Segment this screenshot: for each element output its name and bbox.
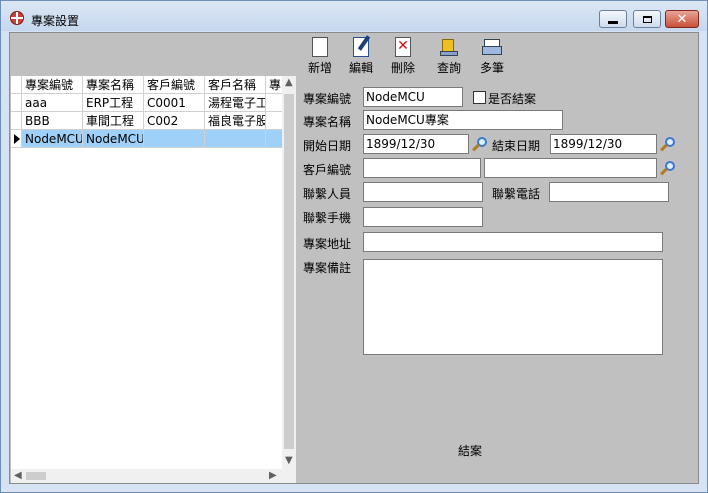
grid-body: 專案編號 專案名稱 客戶編號 客戶名稱 專 aaa ERP工程 C0001 湯程…	[11, 76, 282, 469]
app-globe-icon	[10, 11, 24, 25]
vertical-scrollbar[interactable]: ▲ ▼	[282, 76, 296, 469]
scroll-down-icon[interactable]: ▼	[285, 455, 293, 466]
start-date-lookup-magnifier-icon[interactable]	[472, 136, 488, 152]
project-remark-textarea[interactable]	[363, 259, 663, 355]
close-project-button[interactable]: 結案	[458, 442, 482, 459]
minimize-icon	[608, 20, 618, 24]
multi-button-label: 多筆	[479, 61, 504, 75]
new-document-icon	[312, 37, 328, 57]
contact-phone-field[interactable]	[549, 182, 669, 202]
customer-no-label: 客戶編號	[303, 163, 352, 177]
maximize-button[interactable]	[633, 10, 661, 28]
column-header[interactable]: 專案名稱	[83, 76, 144, 94]
column-header[interactable]: 客戶名稱	[205, 76, 266, 94]
table-cell[interactable]	[266, 94, 282, 112]
horizontal-scroll-thumb[interactable]	[26, 472, 46, 480]
table-cell[interactable]: BBB	[22, 112, 83, 130]
contact-mobile-label: 聯繫手機	[303, 211, 352, 225]
client-area: 新增 編輯 ✕ 刪除 查詢 多筆 專案編號 專案名稱 客戶編號 客戶名稱 專 a…	[9, 32, 699, 484]
title-bar: 專案設置 ✕	[1, 1, 707, 31]
end-date-field[interactable]: 1899/12/30	[550, 134, 657, 154]
table-row[interactable]: aaa ERP工程 C0001 湯程電子工	[11, 94, 282, 112]
project-no-label: 專案編號	[303, 92, 352, 106]
toolbar: 新增 編輯 ✕ 刪除 查詢 多筆	[10, 33, 698, 75]
minimize-button[interactable]	[599, 10, 627, 28]
query-button[interactable]: 查詢	[429, 35, 469, 75]
table-cell[interactable]: C0001	[144, 94, 205, 112]
customer-name-field[interactable]	[484, 158, 657, 178]
query-button-label: 查詢	[436, 61, 461, 75]
current-row-arrow-icon	[14, 134, 20, 144]
closed-checkbox-label: 是否結案	[488, 92, 537, 106]
contact-person-field[interactable]	[363, 182, 483, 202]
edit-button[interactable]: 編輯	[341, 35, 381, 75]
table-cell[interactable]: ERP工程	[83, 94, 144, 112]
multi-button[interactable]: 多筆	[472, 35, 512, 75]
row-indicator	[11, 112, 22, 130]
end-date-lookup-magnifier-icon[interactable]	[660, 136, 676, 152]
table-cell[interactable]: NodeMCU	[22, 130, 83, 148]
table-row-selected[interactable]: NodeMCU NodeMCU專	[11, 130, 282, 148]
project-no-field[interactable]: NodeMCU	[363, 87, 463, 107]
window: 專案設置 ✕ 新增 編輯 ✕ 刪除 查詢 多筆 專案編號 專案名稱 客戶編號 客…	[0, 0, 708, 493]
column-header[interactable]: 客戶編號	[144, 76, 205, 94]
close-icon: ✕	[676, 11, 688, 27]
table-cell[interactable]	[266, 112, 282, 130]
project-name-label: 專案名稱	[303, 115, 352, 129]
window-title: 專案設置	[31, 14, 80, 28]
customer-no-field[interactable]	[363, 158, 481, 178]
contact-person-label: 聯繫人員	[303, 187, 352, 201]
maximize-icon	[642, 15, 652, 23]
grid-header-row: 專案編號 專案名稱 客戶編號 客戶名稱 專	[11, 76, 282, 94]
start-date-label: 開始日期	[303, 139, 352, 153]
project-name-field[interactable]: NodeMCU專案	[363, 110, 563, 130]
table-cell[interactable]: 湯程電子工	[205, 94, 266, 112]
end-date-label: 結束日期	[492, 139, 541, 153]
table-cell[interactable]: 福良電子股	[205, 112, 266, 130]
vertical-scroll-thumb[interactable]	[284, 94, 294, 449]
edit-button-label: 編輯	[348, 61, 373, 75]
horizontal-scrollbar[interactable]: ◀ ▶	[11, 469, 282, 483]
row-indicator	[11, 130, 22, 148]
table-cell[interactable]: 車間工程	[83, 112, 144, 130]
table-cell[interactable]	[266, 130, 282, 148]
contact-mobile-field[interactable]	[363, 207, 483, 227]
start-date-field[interactable]: 1899/12/30	[363, 134, 469, 154]
table-cell[interactable]: aaa	[22, 94, 83, 112]
header-indicator	[11, 76, 22, 94]
new-button-label: 新增	[307, 61, 332, 75]
table-cell[interactable]	[205, 130, 266, 148]
column-header[interactable]: 專案編號	[22, 76, 83, 94]
scroll-up-icon[interactable]: ▲	[285, 77, 293, 88]
customer-lookup-magnifier-icon[interactable]	[660, 160, 676, 176]
delete-button[interactable]: ✕ 刪除	[383, 35, 423, 75]
scroll-left-icon[interactable]: ◀	[14, 470, 22, 481]
new-button[interactable]: 新增	[300, 35, 340, 75]
table-row[interactable]: BBB 車間工程 C002 福良電子股	[11, 112, 282, 130]
multi-record-icon	[482, 37, 502, 57]
contact-phone-label: 聯繫電話	[492, 187, 541, 201]
detail-form: 專案編號 NodeMCU 是否結案 專案名稱 NodeMCU專案 開始日期 18…	[297, 76, 698, 483]
project-remark-label: 專案備註	[303, 261, 352, 275]
project-grid[interactable]: 專案編號 專案名稱 客戶編號 客戶名稱 專 aaa ERP工程 C0001 湯程…	[11, 76, 296, 483]
closed-checkbox[interactable]	[473, 91, 486, 104]
table-cell[interactable]: NodeMCU專	[83, 130, 144, 148]
delete-button-label: 刪除	[390, 61, 415, 75]
table-cell[interactable]	[144, 130, 205, 148]
table-cell[interactable]: C002	[144, 112, 205, 130]
project-address-label: 專案地址	[303, 237, 352, 251]
row-indicator	[11, 94, 22, 112]
delete-x-icon: ✕	[395, 37, 411, 57]
column-header[interactable]: 專	[266, 76, 282, 94]
query-icon	[439, 37, 459, 57]
project-address-field[interactable]	[363, 232, 663, 252]
edit-pencil-icon	[353, 37, 369, 57]
scrollbar-corner	[282, 469, 296, 483]
close-button[interactable]: ✕	[665, 10, 699, 28]
scroll-right-icon[interactable]: ▶	[269, 470, 277, 481]
